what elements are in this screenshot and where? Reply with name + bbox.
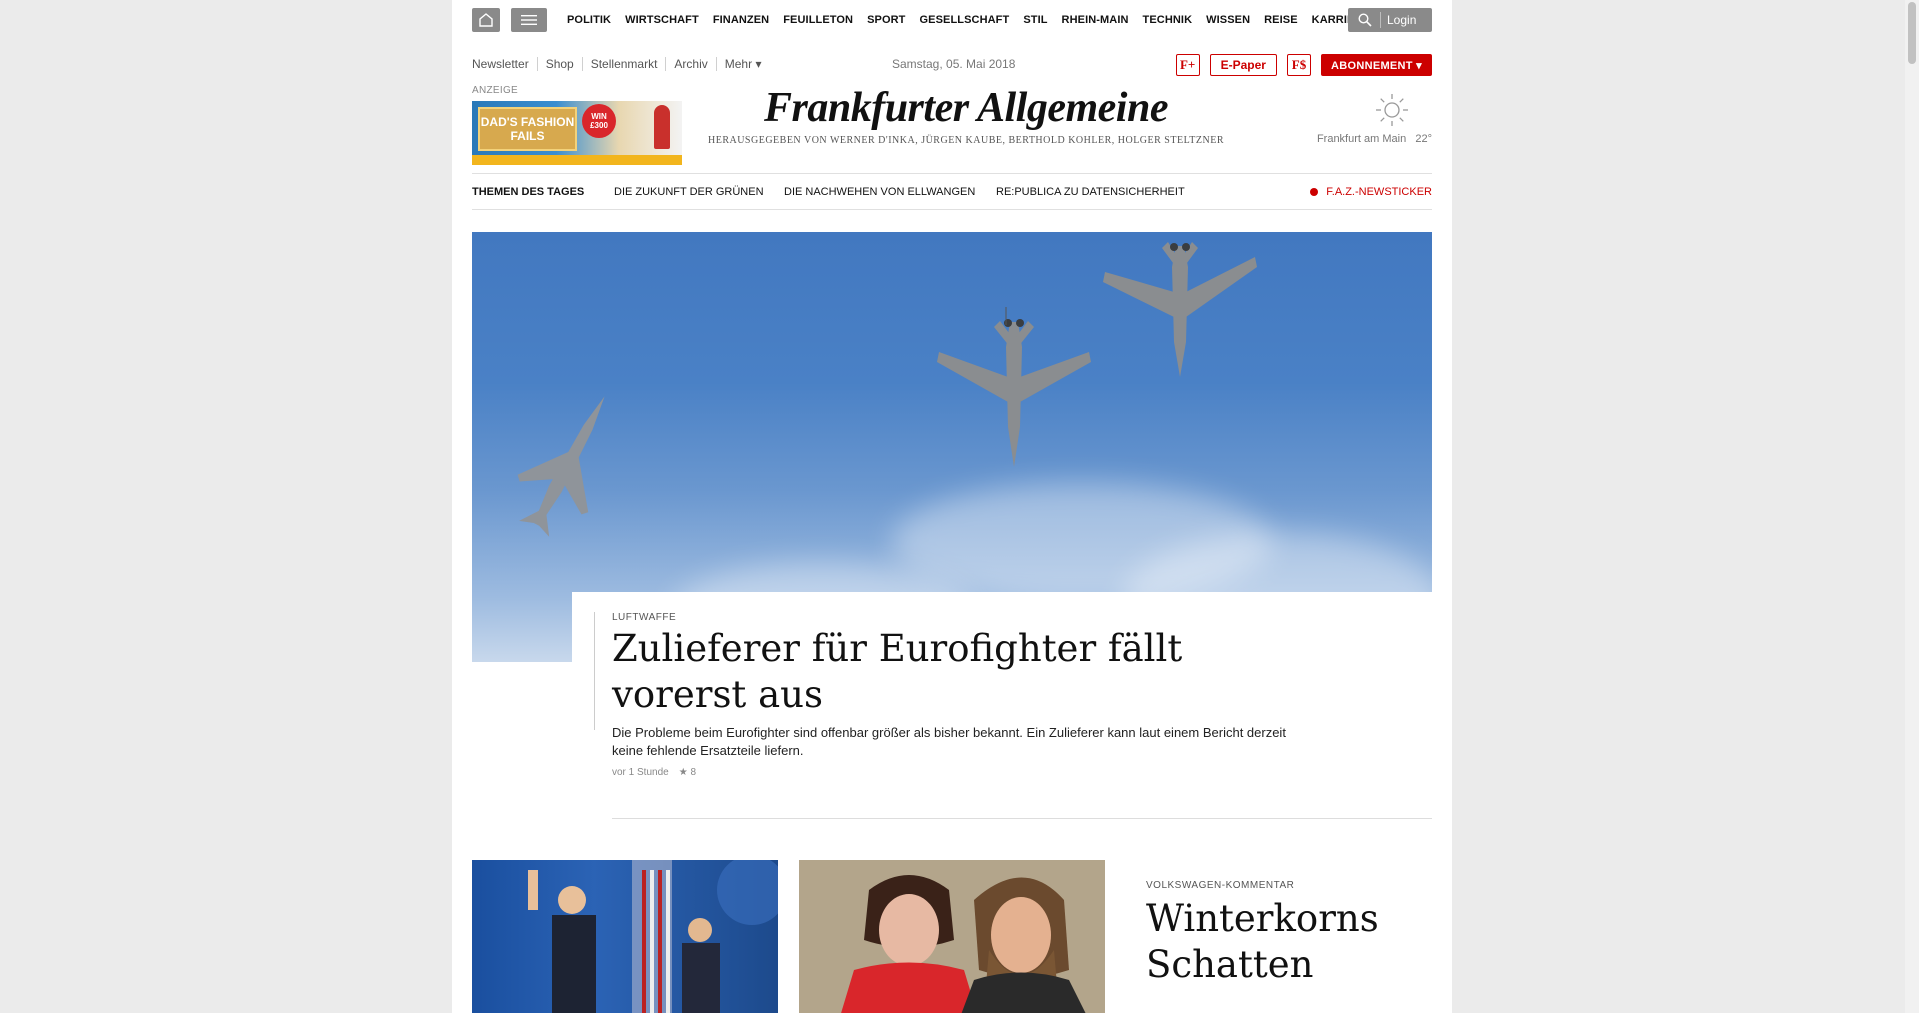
divider	[594, 612, 595, 730]
weather-text: Frankfurt am Main 22°	[1317, 133, 1432, 145]
article-thumbnail-greens[interactable]	[799, 860, 1105, 1013]
nav-item-rhein-main[interactable]: RHEIN-MAIN	[1062, 14, 1129, 26]
epaper-button[interactable]: E-Paper	[1209, 54, 1277, 76]
nav-item-wirtschaft[interactable]: WIRTSCHAFT	[625, 14, 699, 26]
ad-stripe	[472, 155, 682, 165]
nav-item-stil[interactable]: STIL	[1023, 14, 1047, 26]
top-navigation: POLITIK WIRTSCHAFT FINANZEN FEUILLETON S…	[472, 7, 1432, 33]
subscription-actions: F+ E-Paper F$ ABONNEMENT ▾	[1175, 54, 1432, 76]
themes-heading: THEMEN DES TAGES	[472, 186, 585, 198]
content-column: POLITIK WIRTSCHAFT FINANZEN FEUILLETON S…	[472, 0, 1432, 1013]
comment-kicker: VOLKSWAGEN-KOMMENTAR	[1146, 880, 1295, 891]
page: POLITIK WIRTSCHAFT FINANZEN FEUILLETON S…	[452, 0, 1452, 1013]
nav-item-sport[interactable]: SPORT	[867, 14, 905, 26]
service-bar: Newsletter Shop Stellenmarkt Archiv Mehr…	[472, 54, 1432, 76]
ad-win-badge: WIN £300	[582, 104, 616, 138]
login-button[interactable]: Login	[1387, 13, 1416, 27]
hero-article[interactable]: LUFTWAFFE Zulieferer für Eurofighter fäl…	[572, 592, 1432, 832]
comment-headline[interactable]: Winterkorns Schatten	[1146, 896, 1406, 988]
menu-button[interactable]	[511, 8, 547, 32]
theme-link-republica[interactable]: RE:PUBLICA ZU DATENSICHERHEIT	[996, 186, 1185, 198]
newsticker-label: F.A.Z.-NEWSTICKER	[1326, 186, 1432, 198]
ad-figure	[654, 105, 670, 149]
masthead-logo[interactable]: Frankfurter Allgemeine	[702, 84, 1230, 132]
newsticker-link[interactable]: F.A.Z.-NEWSTICKER	[1310, 186, 1432, 198]
weather-temperature: 22°	[1415, 133, 1432, 145]
nav-item-reise[interactable]: REISE	[1264, 14, 1298, 26]
masthead-subtitle: HERAUSGEGEBEN VON WERNER D'INKA, JÜRGEN …	[707, 135, 1224, 146]
hero-kicker: LUFTWAFFE	[612, 612, 677, 623]
service-link-mehr[interactable]: Mehr ▾	[715, 57, 770, 71]
themes-bar: THEMEN DES TAGES DIE ZUKUNFT DER GRÜNEN …	[472, 173, 1432, 210]
current-date: Samstag, 05. Mai 2018	[892, 57, 1016, 71]
ad-win-line1: WIN	[591, 112, 607, 121]
hero-headline[interactable]: Zulieferer für Eurofighter fällt vorerst…	[612, 626, 1312, 718]
theme-link-ellwangen[interactable]: DIE NACHWEHEN VON ELLWANGEN	[784, 186, 975, 198]
divider	[1380, 12, 1381, 28]
service-link-newsletter[interactable]: Newsletter	[472, 57, 537, 71]
main-nav: POLITIK WIRTSCHAFT FINANZEN FEUILLETON S…	[567, 7, 1384, 33]
ad-headline: DAD'S FASHION FAILS	[478, 107, 577, 151]
jet-image	[517, 396, 605, 537]
hero-meta: vor 1 Stunde ★ 8	[612, 767, 696, 778]
live-dot-icon	[1310, 188, 1319, 196]
hero-teaser: Die Probleme beim Eurofighter sind offen…	[612, 725, 1286, 758]
service-link-archiv[interactable]: Archiv	[665, 57, 715, 71]
nav-item-wissen[interactable]: WISSEN	[1206, 14, 1250, 26]
ad-win-line2: £300	[590, 121, 608, 130]
home-button[interactable]	[472, 8, 500, 32]
nav-item-finanzen[interactable]: FINANZEN	[713, 14, 769, 26]
abonnement-button[interactable]: ABONNEMENT ▾	[1320, 54, 1432, 76]
nav-item-gesellschaft[interactable]: GESELLSCHAFT	[920, 14, 1010, 26]
home-icon	[479, 13, 493, 27]
ad-headline-line1: DAD'S FASHION	[480, 115, 575, 129]
scrollbar-thumb[interactable]	[1908, 2, 1916, 64]
fplus-button[interactable]: F+	[1175, 54, 1200, 76]
service-link-stellenmarkt[interactable]: Stellenmarkt	[581, 57, 666, 71]
nav-item-politik[interactable]: POLITIK	[567, 14, 611, 26]
ad-headline-line2: FAILS	[510, 129, 545, 143]
thumbnail-image	[799, 860, 1105, 1013]
fdollar-button[interactable]: F$	[1286, 54, 1311, 76]
nav-item-technik[interactable]: TECHNIK	[1143, 14, 1193, 26]
nav-item-feuilleton[interactable]: FEUILLETON	[783, 14, 853, 26]
ad-banner[interactable]: DAD'S FASHION FAILS WIN £300	[472, 101, 682, 165]
jet-image	[1103, 242, 1257, 377]
service-links: Newsletter Shop Stellenmarkt Archiv Mehr…	[472, 57, 769, 71]
thumbnail-image	[528, 860, 778, 1013]
hero-rating: ★ 8	[678, 767, 697, 778]
hamburger-icon	[521, 15, 537, 25]
search-login-group: Login	[1348, 8, 1432, 32]
sun-icon	[1376, 94, 1408, 126]
divider	[612, 818, 1432, 819]
hero-timestamp: vor 1 Stunde	[612, 767, 669, 778]
jet-image	[937, 307, 1091, 467]
service-link-shop[interactable]: Shop	[536, 57, 582, 71]
search-icon[interactable]	[1358, 13, 1372, 27]
theme-link-gruenen[interactable]: DIE ZUKUNFT DER GRÜNEN	[614, 186, 764, 198]
weather-location: Frankfurt am Main	[1316, 133, 1407, 145]
ad-label: ANZEIGE	[472, 85, 518, 96]
scrollbar[interactable]	[1905, 0, 1919, 1013]
article-thumbnail-politics[interactable]	[472, 860, 778, 1013]
